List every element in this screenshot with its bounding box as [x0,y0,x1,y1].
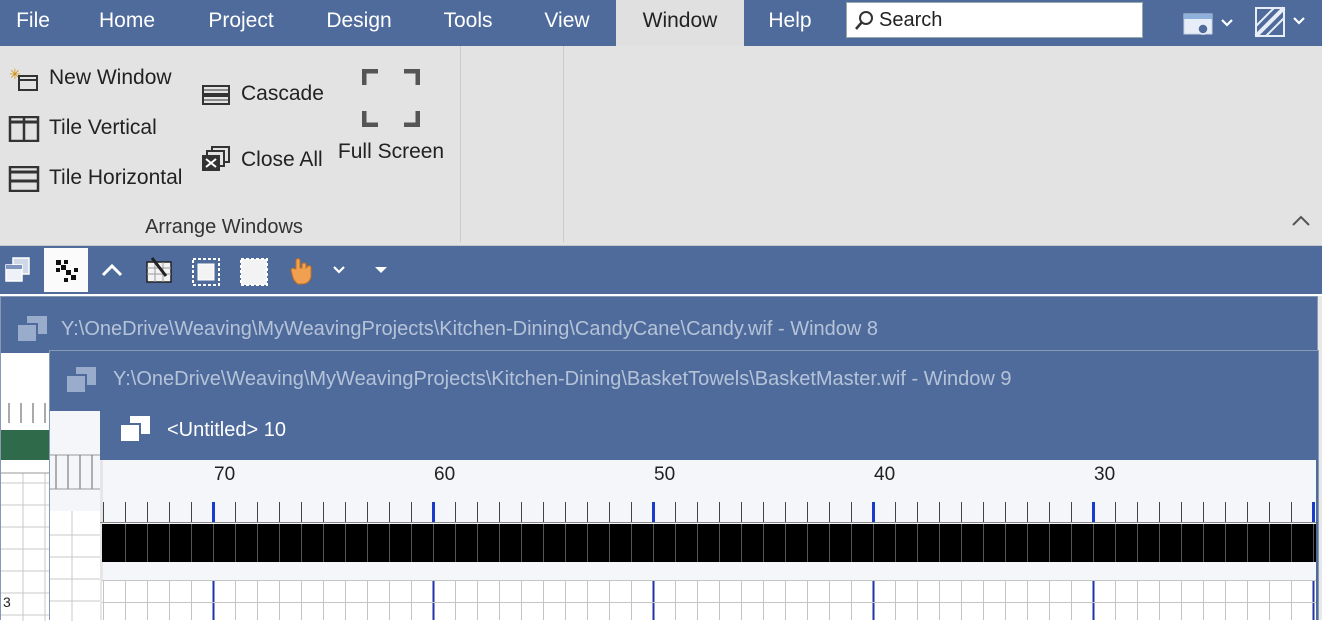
ruler-label-50: 50 [654,464,676,485]
ruler-label-60: 60 [434,464,456,485]
full-screen-icon [362,69,420,127]
grid-background [102,580,1316,620]
window-9-pattern-area [50,411,102,621]
twill-tool-button[interactable] [44,248,88,292]
tie-up-grid[interactable] [102,580,1316,620]
move-up-button[interactable] [90,248,134,292]
menu-design[interactable]: Design [310,0,408,46]
twill-diagonal-icon [56,260,78,282]
tile-vertical-label: Tile Vertical [49,116,157,139]
chevron-up-icon [101,263,123,277]
dropdown-arrow-icon [375,267,387,273]
arrange-windows-group-label: Arrange Windows [145,216,303,238]
search-box[interactable] [846,2,1143,38]
menu-tools[interactable]: Tools [426,0,510,46]
quick-access-toolbar [0,246,1322,294]
windows-icon [5,257,30,282]
cascade-label: Cascade [241,82,324,105]
warp-ruler-ticks [100,502,1316,523]
window-8-pattern-area: 3 [1,353,53,621]
tile-horizontal-label: Tile Horizontal [49,166,183,189]
hand-pointer-icon [290,258,345,285]
close-all-label: Close All [241,148,323,171]
ribbon-separator [563,46,564,242]
select-all-icon [240,258,268,286]
row-number: 3 [3,594,11,610]
select-all-button[interactable] [232,248,276,292]
window-icon [16,316,47,343]
threading-fill [102,524,1316,562]
mdi-workspace: Y:\OneDrive\Weaving\MyWeavingProjects\Ki… [0,296,1322,621]
search-icon [855,11,873,30]
full-screen-label: Full Screen [337,140,445,163]
menu-bar: File Home Project Design Tools View Wind… [0,0,1322,46]
menu-window[interactable]: Window [616,0,744,46]
cascade-button[interactable]: Cascade [200,77,330,111]
tile-horizontal-button[interactable]: Tile Horizontal [8,161,188,195]
edit-pattern-icon [146,257,172,283]
new-window-icon: ✳ [9,67,38,91]
window-icon [119,416,150,443]
search-input[interactable] [879,7,1134,33]
full-screen-button[interactable]: Full Screen [334,64,448,170]
menu-view[interactable]: View [526,0,608,46]
pattern-editor[interactable]: 70 60 50 40 30 [100,460,1316,620]
new-window-button[interactable]: ✳ New Window [8,61,184,95]
collapse-ribbon-icon[interactable] [1290,214,1312,228]
threading-strip[interactable] [102,524,1316,562]
ribbon: ✳ New Window Tile Vertical Tile Horizont… [0,46,1322,246]
menu-home[interactable]: Home [82,0,172,46]
weave-style-dropdown-icon[interactable] [1252,4,1312,40]
document-window-10[interactable]: <Untitled> 10 70 60 50 40 30 [100,402,1318,620]
new-window-label: New Window [49,66,172,89]
window-8-title[interactable]: Y:\OneDrive\Weaving\MyWeavingProjects\Ki… [61,318,878,341]
window-9-title[interactable]: Y:\OneDrive\Weaving\MyWeavingProjects\Ki… [113,368,1012,391]
window-9-grid [50,454,102,621]
pan-tool-button[interactable] [282,248,352,292]
ribbon-separator [460,46,461,242]
close-all-button[interactable]: Close All [200,143,330,177]
tile-horizontal-icon [8,166,40,192]
ruler-label-70: 70 [214,464,236,485]
ruler-label-40: 40 [874,464,896,485]
menu-file[interactable]: File [0,0,66,46]
tile-vertical-icon [8,116,40,142]
window-8-grid [1,403,53,621]
window-10-title[interactable]: <Untitled> 10 [167,419,286,442]
menu-project[interactable]: Project [188,0,294,46]
window-icon [65,367,96,394]
customize-toolbar-button[interactable] [360,248,404,292]
account-dropdown-icon[interactable] [1180,8,1238,38]
edit-pattern-button[interactable] [138,248,182,292]
ruler-label-30: 30 [1094,464,1116,485]
close-all-icon [202,146,230,171]
cascade-icon [202,85,230,105]
menu-help[interactable]: Help [752,0,828,46]
tile-vertical-button[interactable]: Tile Vertical [8,111,184,145]
select-region-icon [192,258,220,286]
windows-button[interactable] [0,248,44,292]
select-region-button[interactable] [184,248,228,292]
